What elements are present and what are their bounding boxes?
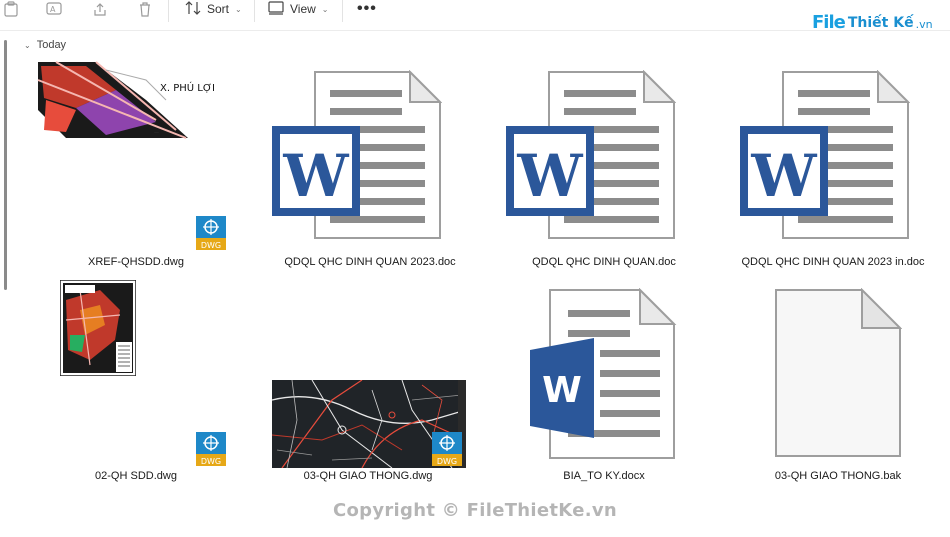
brand-logo-domain: .vn	[915, 18, 933, 31]
file-item[interactable]: W BIA_TO KY.docx	[494, 278, 714, 488]
view-icon	[268, 0, 284, 18]
chevron-down-icon: ⌄	[24, 40, 31, 50]
svg-text:W: W	[750, 142, 817, 210]
file-item[interactable]: W QDQL QHC DINH QUAN 2023.doc	[260, 58, 480, 268]
group-header-today[interactable]: ⌄ Today	[24, 39, 66, 51]
dwg-file-icon: DWG	[196, 216, 226, 250]
toolbar-divider	[0, 30, 950, 31]
chevron-down-icon: ⌄	[321, 4, 329, 14]
share-icon[interactable]	[89, 0, 111, 18]
more-options-button[interactable]: •••	[357, 0, 377, 18]
dwg-thumbnail: X. PHÚ LỢI —	[36, 60, 226, 142]
svg-text:DWG: DWG	[201, 457, 221, 466]
file-item[interactable]: W QDQL QHC DINH QUAN 2023 in.doc	[728, 58, 948, 268]
brand-logo-text: Thiết Kế	[847, 14, 914, 31]
word-doc-icon: W	[740, 70, 910, 239]
word-doc-icon: W	[272, 70, 442, 239]
group-label: Today	[36, 39, 67, 51]
view-label: View	[290, 2, 316, 16]
svg-text:DWG: DWG	[437, 457, 457, 466]
file-item[interactable]: X. PHÚ LỢI — DWG XREF-QHSDD.dwg	[36, 58, 236, 268]
brand-logo-file: File	[812, 12, 846, 33]
svg-text:DWG: DWG	[201, 241, 221, 250]
sort-label: Sort	[207, 2, 230, 16]
command-bar: A Sort ⌄ View ⌄ •••	[0, 0, 950, 30]
file-name: 02-QH SDD.dwg	[95, 470, 177, 482]
svg-text:W: W	[516, 142, 583, 210]
file-name: QDQL QHC DINH QUAN 2023 in.doc	[741, 256, 925, 268]
sort-icon	[185, 0, 201, 18]
word-docx-icon: W	[530, 288, 677, 459]
sort-button[interactable]: Sort ⌄	[185, 0, 242, 18]
dwg-thumbnail	[60, 280, 136, 376]
view-button[interactable]: View ⌄	[268, 0, 329, 18]
file-item[interactable]: 03-QH GIAO THONG.bak	[728, 278, 948, 488]
file-item[interactable]: DWG 03-QH GIAO THONG.dwg	[260, 278, 480, 488]
file-name: QDQL QHC DINH QUAN 2023.doc	[284, 256, 456, 268]
file-name: QDQL QHC DINH QUAN.doc	[532, 256, 676, 268]
file-name: XREF-QHSDD.dwg	[88, 256, 184, 268]
paste-icon[interactable]	[0, 0, 22, 18]
chevron-down-icon: ⌄	[235, 4, 242, 14]
svg-text:—: —	[154, 130, 159, 136]
toolbar-separator	[342, 0, 343, 22]
toolbar-separator	[168, 0, 169, 22]
svg-text:A: A	[50, 5, 56, 14]
file-item[interactable]: DWG 02-QH SDD.dwg	[36, 278, 236, 488]
file-name: 03-QH GIAO THONG.dwg	[303, 470, 433, 482]
thumb-label: X. PHÚ LỢI	[160, 81, 215, 94]
word-doc-icon: W	[506, 70, 676, 239]
brand-logo: File Thiết Kế .vn	[812, 12, 933, 33]
svg-text:W: W	[282, 142, 349, 210]
generic-file-icon	[775, 288, 902, 457]
delete-icon[interactable]	[134, 0, 156, 18]
rename-icon[interactable]: A	[43, 0, 65, 18]
dwg-file-icon: DWG	[432, 432, 462, 466]
vertical-scrollbar[interactable]	[4, 40, 7, 290]
toolbar-separator	[254, 0, 255, 22]
file-item[interactable]: W QDQL QHC DINH QUAN.doc	[494, 58, 714, 268]
dwg-file-icon: DWG	[196, 432, 226, 466]
svg-text:W: W	[542, 370, 582, 411]
copyright-watermark: Copyright © FileThietKe.vn	[332, 500, 618, 521]
file-name: BIA_TO KY.docx	[563, 470, 645, 482]
file-name: 03-QH GIAO THONG.bak	[774, 470, 902, 482]
